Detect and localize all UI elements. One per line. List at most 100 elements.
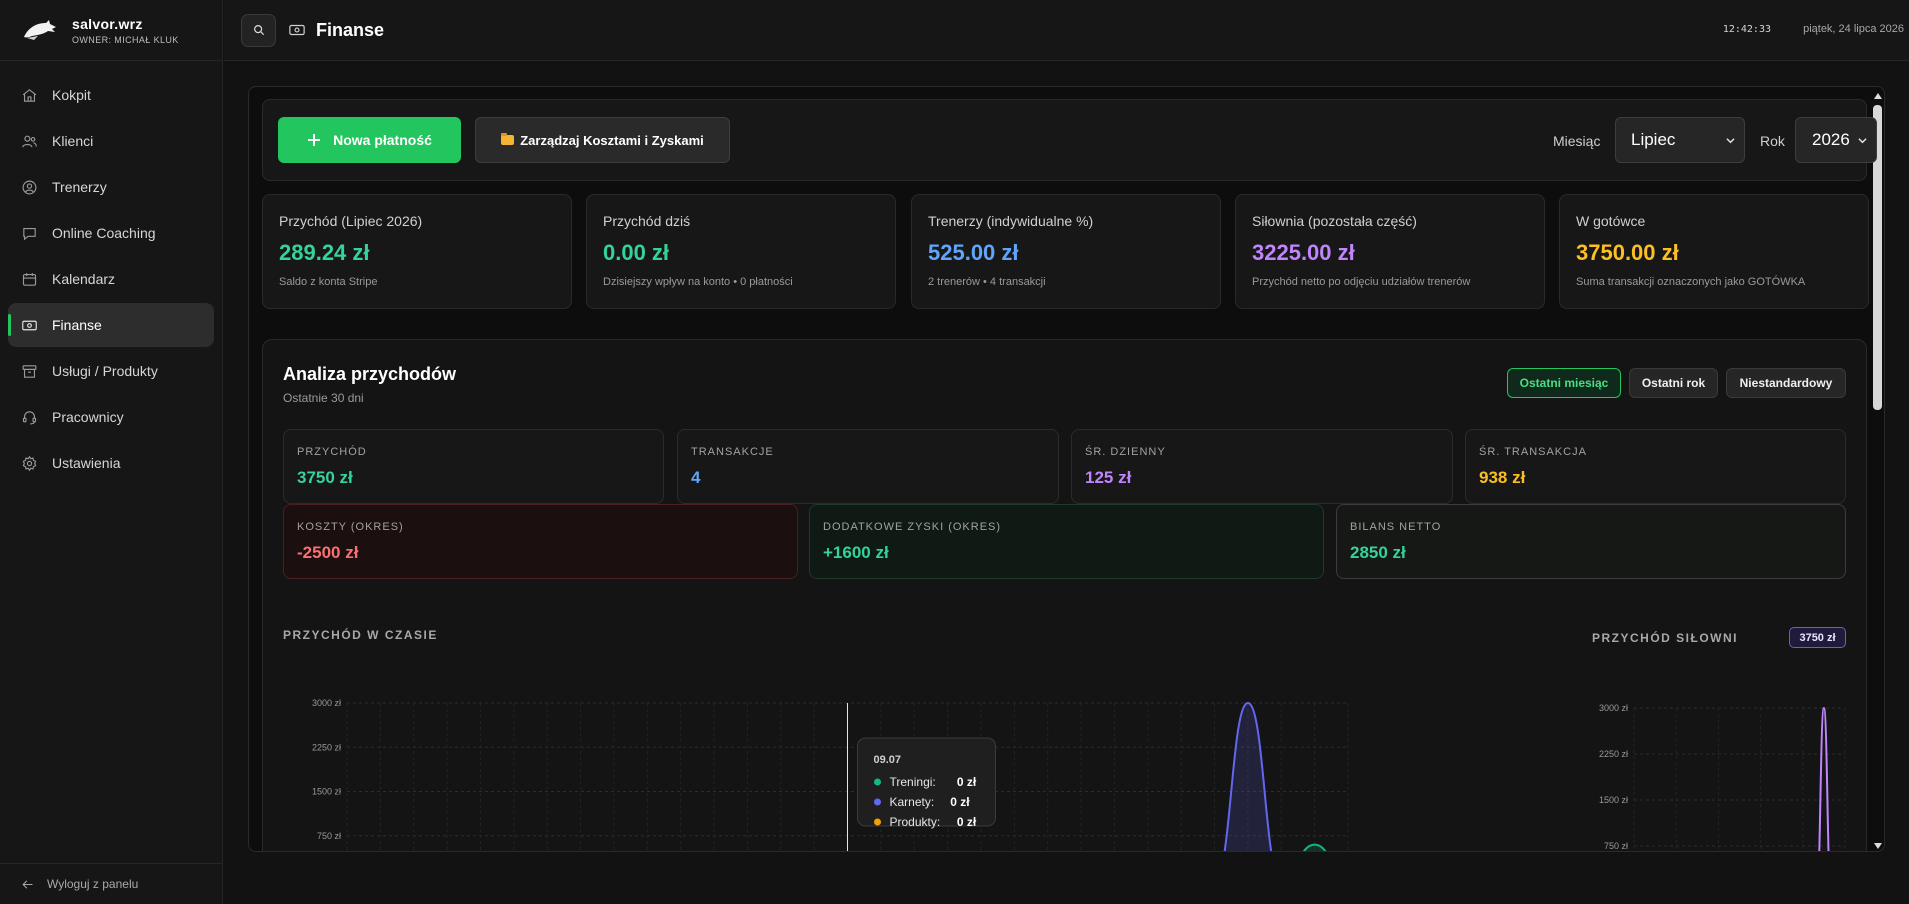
stat-value: 938 zł	[1479, 468, 1526, 487]
main-panel: Nowa płatność Zarządzaj Kosztami i Zyska…	[248, 86, 1885, 852]
stat-label: PRZYCHÓD	[297, 446, 367, 458]
logout-button[interactable]: Wyloguj z panelu	[0, 863, 223, 904]
summary-card-cash: W gotówce 3750.00 zł Suma transakcji ozn…	[1559, 194, 1869, 309]
plus-icon	[308, 134, 321, 146]
tooltip-value: 0 zł	[957, 775, 977, 789]
home-icon	[22, 88, 37, 102]
scroll-up-arrow-icon[interactable]	[1874, 93, 1882, 99]
manage-costs-button[interactable]: Zarządzaj Kosztami i Zyskami	[475, 117, 730, 163]
top-header: Finanse 12:42:33 piątek, 24 lipca 2026	[224, 0, 1909, 61]
card-subtitle: Dzisiejszy wpływ na konto • 0 płatności	[603, 276, 793, 288]
search-button[interactable]	[241, 13, 276, 47]
summary-card-revenue-today: Przychód dziś 0.00 zł Dzisiejszy wpływ n…	[586, 194, 896, 309]
chevron-down-icon	[1858, 138, 1867, 144]
chat-icon	[23, 227, 36, 240]
y-tick-label: 2250 zł	[1599, 749, 1628, 759]
calendar-icon	[22, 272, 37, 286]
y-tick-label: 750 zł	[317, 831, 341, 841]
gear-icon	[22, 455, 37, 471]
revenue-analysis-panel: Analiza przychodów Ostatnie 30 dni Ostat…	[262, 339, 1867, 852]
summary-card-trainers: Trenerzy (indywidualne %) 525.00 zł 2 tr…	[911, 194, 1221, 309]
y-tick-label: 2250 zł	[312, 742, 341, 752]
scroll-down-arrow-icon[interactable]	[1874, 843, 1882, 849]
stat-label: KOSZTY (OKRES)	[297, 521, 404, 533]
card-label: W gotówce	[1576, 213, 1646, 229]
clock: 12:42:33	[1722, 24, 1771, 35]
range-last-month-button[interactable]: Ostatni miesiąc	[1507, 368, 1621, 398]
sidebar-item-label: Kokpit	[52, 87, 91, 103]
card-label: Przychód (Lipiec 2026)	[279, 213, 423, 229]
summary-card-gym: Siłownia (pozostała część) 3225.00 zł Pr…	[1235, 194, 1545, 309]
chevron-down-icon	[1726, 138, 1735, 144]
card-label: Siłownia (pozostała część)	[1252, 213, 1417, 229]
sidebar-item-label: Ustawienia	[52, 455, 121, 471]
stat-label: DODATKOWE ZYSKI (OKRES)	[823, 521, 1002, 533]
sidebar-item-label: Usługi / Produkty	[52, 363, 158, 379]
analysis-subtitle: Ostatnie 30 dni	[283, 391, 364, 405]
tooltip-dot	[874, 798, 881, 806]
scrollbar[interactable]	[1873, 91, 1882, 851]
stat-net-balance: BILANS NETTO 2850 zł	[1336, 504, 1846, 579]
stat-value: 125 zł	[1085, 468, 1132, 487]
stat-label: ŚR. TRANSAKCJA	[1479, 446, 1587, 458]
stat-value: 3750 zł	[297, 468, 353, 487]
range-last-year-button[interactable]: Ostatni rok	[1629, 368, 1718, 398]
tooltip-value: 0 zł	[957, 815, 977, 829]
chart-tooltip: 09.07 Treningi: 0 zł Karnety: 0 zł Produkty: 0…	[857, 737, 996, 829]
summary-cards: Przychód (Lipiec 2026) 289.24 zł Saldo z…	[262, 194, 1869, 309]
sidebar-item-pracownicy[interactable]: Pracownicy	[8, 395, 214, 439]
stat-value: +1600 zł	[823, 543, 889, 562]
year-select-value: 2026	[1812, 130, 1850, 149]
sidebar-item-ustawienia[interactable]: Ustawienia	[8, 441, 214, 485]
tooltip-date: 09.07	[874, 754, 902, 766]
month-label: Miesiąc	[1553, 133, 1601, 149]
page-title: Finanse	[316, 19, 385, 40]
card-value: 3750.00 zł	[1576, 240, 1679, 265]
y-tick-label: 1500 zł	[312, 787, 341, 797]
banknote-icon	[289, 24, 305, 36]
brand[interactable]: salvor.wrz OWNER: MICHAŁ KLUK	[0, 0, 222, 61]
tooltip-label: Produkty:	[890, 815, 941, 829]
arrow-left-icon	[22, 879, 33, 889]
card-subtitle: Suma transakcji oznaczonych jako GOTÓWKA	[1576, 276, 1806, 288]
sidebar-item-finanse[interactable]: Finanse	[8, 303, 214, 347]
user-circle-icon	[22, 180, 37, 194]
brand-owner: OWNER: MICHAŁ KLUK	[72, 34, 179, 45]
sidebar-item-klienci[interactable]: Klienci	[8, 119, 214, 163]
sidebar-item-label: Finanse	[52, 317, 102, 333]
users-icon	[22, 135, 37, 147]
summary-card-revenue-month: Przychód (Lipiec 2026) 289.24 zł Saldo z…	[262, 194, 572, 309]
headset-icon	[22, 410, 37, 424]
sidebar-nav: Kokpit Klienci Trenerzy Online Coaching …	[0, 61, 222, 485]
new-payment-label: Nowa płatność	[333, 132, 432, 148]
gym-revenue-chart[interactable]: 0 zł750 zł1500 zł2250 zł3000 zł	[1583, 640, 1853, 852]
sidebar-item-uslugi-produkty[interactable]: Usługi / Produkty	[8, 349, 214, 393]
sidebar-item-label: Klienci	[52, 133, 94, 149]
card-subtitle: Przychód netto po odjęciu udziałów trene…	[1252, 276, 1471, 288]
sidebar-item-trenerzy[interactable]: Trenerzy	[8, 165, 214, 209]
stat-value: 4	[691, 468, 701, 487]
sidebar-item-online-coaching[interactable]: Online Coaching	[8, 211, 214, 255]
year-select[interactable]: 2026	[1795, 117, 1877, 163]
sidebar-item-kokpit[interactable]: Kokpit	[8, 73, 214, 117]
card-label: Trenerzy (indywidualne %)	[928, 213, 1094, 229]
y-tick-label: 3000 zł	[1599, 703, 1628, 713]
box-icon	[22, 364, 37, 378]
brand-name: salvor.wrz	[72, 15, 143, 32]
card-value: 289.24 zł	[279, 240, 370, 265]
month-select[interactable]: Lipiec	[1615, 117, 1745, 163]
new-payment-button[interactable]: Nowa płatność	[278, 117, 461, 163]
range-custom-button[interactable]: Niestandardowy	[1726, 368, 1846, 398]
sidebar-item-kalendarz[interactable]: Kalendarz	[8, 257, 214, 301]
stat-label: BILANS NETTO	[1350, 521, 1442, 533]
sidebar-item-label: Pracownicy	[52, 409, 124, 425]
card-subtitle: Saldo z konta Stripe	[279, 276, 378, 288]
logout-label: Wyloguj z panelu	[47, 877, 139, 891]
card-value: 3225.00 zł	[1252, 240, 1355, 265]
stat-label: ŚR. DZIENNY	[1085, 446, 1166, 458]
tooltip-value: 0 zł	[950, 795, 970, 809]
tooltip-dot	[874, 778, 881, 786]
finance-toolbar: Nowa płatność Zarządzaj Kosztami i Zyska…	[262, 99, 1877, 181]
revenue-over-time-chart[interactable]: 0 zł750 zł1500 zł2250 zł3000 zł24.06 25.0…	[263, 640, 1373, 852]
sidebar: salvor.wrz OWNER: MICHAŁ KLUK Kokpit Kli…	[0, 0, 223, 904]
